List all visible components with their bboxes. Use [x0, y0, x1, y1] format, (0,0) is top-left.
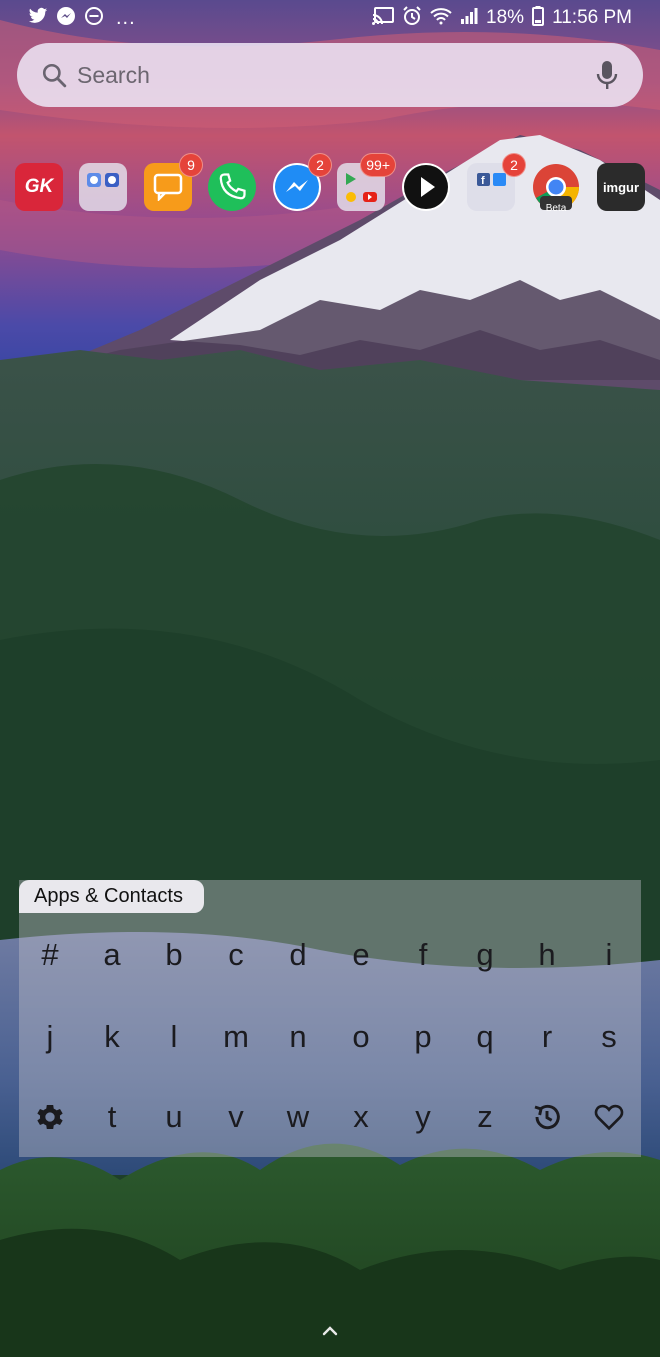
key-y[interactable]: y [392, 1086, 454, 1148]
facebook-folder-badge: 2 [502, 153, 526, 177]
key-z[interactable]: z [454, 1086, 516, 1148]
key-r[interactable]: r [516, 1006, 578, 1068]
key-d[interactable]: d [267, 924, 329, 986]
key-l[interactable]: l [143, 1006, 205, 1068]
favorites-button[interactable] [578, 1086, 640, 1148]
key-p[interactable]: p [392, 1006, 454, 1068]
key-n[interactable]: n [267, 1006, 329, 1068]
messenger-badge: 2 [308, 153, 332, 177]
key-g[interactable]: g [454, 924, 516, 986]
wifi-icon [430, 7, 452, 30]
do-not-disturb-icon [84, 6, 104, 31]
clock-time: 11:56 PM [552, 7, 632, 28]
app-imgur[interactable]: imgur [597, 163, 645, 211]
key-t[interactable]: t [81, 1086, 143, 1148]
search-bar[interactable] [17, 43, 643, 107]
google-folder-badge: 99+ [360, 153, 396, 177]
heart-icon [594, 1104, 624, 1131]
signal-icon [460, 7, 478, 30]
messenger-icon [56, 6, 76, 31]
app-gk-label: GK [24, 176, 54, 197]
key-v[interactable]: v [205, 1086, 267, 1148]
key-u[interactable]: u [143, 1086, 205, 1148]
key-q[interactable]: q [454, 1006, 516, 1068]
status-bar: ... 18% 11:56 PM [0, 0, 660, 36]
alarm-icon [402, 5, 422, 31]
history-icon [534, 1104, 560, 1130]
camera-folder-icon [87, 173, 119, 187]
play-icon [404, 165, 448, 209]
apps-contacts-tab[interactable]: Apps & Contacts [19, 880, 204, 913]
battery-icon [532, 5, 545, 31]
key-m[interactable]: m [205, 1006, 267, 1068]
imgur-label: imgur [602, 179, 640, 195]
apps-contacts-panel: # a b c d e f g h i j k l m n o p q r s … [19, 880, 641, 1157]
settings-button[interactable] [19, 1086, 81, 1148]
key-i[interactable]: i [578, 924, 640, 986]
app-messenger[interactable]: 2 [273, 153, 332, 211]
svg-text:f: f [481, 175, 485, 187]
twitter-icon [28, 7, 48, 30]
app-camera-folder[interactable] [79, 163, 127, 211]
messages-badge: 9 [179, 153, 203, 177]
chrome-beta-label: Beta [545, 203, 567, 214]
key-c[interactable]: c [205, 924, 267, 986]
settings-icon [37, 1105, 63, 1129]
key-o[interactable]: o [330, 1006, 392, 1068]
chevron-up-icon[interactable] [318, 1322, 342, 1338]
history-button[interactable] [516, 1086, 578, 1148]
key-x[interactable]: x [330, 1086, 392, 1148]
message-bubble-icon [153, 173, 183, 201]
app-phone[interactable] [208, 163, 256, 211]
cast-icon [372, 6, 395, 30]
more-notifications-indicator: ... [116, 6, 136, 29]
app-dock-row: GK 9 2 99+ f 2 Beta imgur [0, 153, 660, 220]
app-google-folder[interactable]: 99+ [337, 153, 396, 211]
key-k[interactable]: k [81, 1006, 143, 1068]
key-f[interactable]: f [392, 924, 454, 986]
search-icon [42, 63, 67, 88]
key-h[interactable]: h [516, 924, 578, 986]
key-w[interactable]: w [267, 1086, 329, 1148]
status-bar-right: 18% 11:56 PM [372, 5, 632, 31]
app-messages[interactable]: 9 [144, 153, 203, 211]
app-chrome-beta[interactable]: Beta [532, 163, 580, 214]
key-hash[interactable]: # [19, 924, 81, 986]
search-input[interactable] [77, 61, 595, 89]
status-bar-left: ... [28, 6, 136, 31]
app-facebook-folder[interactable]: f 2 [467, 153, 526, 211]
key-s[interactable]: s [578, 1006, 640, 1068]
key-j[interactable]: j [19, 1006, 81, 1068]
app-play[interactable] [402, 163, 450, 211]
phone-icon [219, 173, 246, 200]
key-b[interactable]: b [143, 924, 205, 986]
key-e[interactable]: e [330, 924, 392, 986]
key-a[interactable]: a [81, 924, 143, 986]
battery-percent: 18% [486, 7, 525, 28]
mic-icon[interactable] [595, 60, 619, 90]
app-gk[interactable]: GK [15, 163, 63, 211]
